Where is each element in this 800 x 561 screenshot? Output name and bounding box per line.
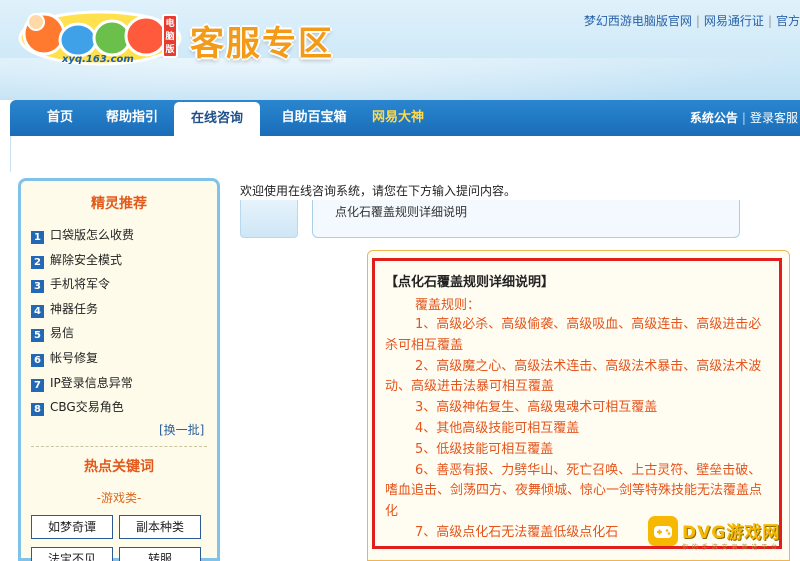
item-label[interactable]: 易信: [50, 326, 74, 340]
answer-rule-heading: 覆盖规则：: [415, 298, 481, 313]
top-links: 梦幻西游电脑版官网 | 网易通行证 | 官方: [584, 12, 800, 29]
item-label[interactable]: CBG交易角色: [50, 400, 124, 414]
question-text: 点化石覆盖规则详细说明: [335, 205, 468, 219]
item-number: 6: [31, 353, 44, 367]
game-category-label: -游戏类-: [96, 491, 142, 505]
keyword-button[interactable]: 转服: [119, 547, 201, 561]
answer-title: 【点化石覆盖规则详细说明】: [385, 275, 555, 290]
item-number: 4: [31, 304, 44, 318]
item-number: 1: [31, 231, 44, 244]
answer-line: 2、高级魔之心、高级法术连击、高级法术暴击、高级法术波: [415, 358, 762, 374]
page-title: 客服专区: [190, 24, 334, 64]
item-number: 8: [31, 403, 44, 417]
nav-netease-dashen[interactable]: 网易大神: [360, 100, 436, 136]
sidebar: 精灵推荐 1 口袋版怎么收费 2 解除安全模式 3 手机将军令 4 神器任务 5 易信 6…: [18, 178, 220, 561]
separator: |: [695, 14, 700, 28]
edition-badge: 电脑版: [162, 14, 178, 58]
site-watermark: DVG游戏网 你 的 手 游 交 易 首 选 平 台: [648, 514, 800, 558]
system-announcement-link[interactable]: 系统公告: [690, 111, 738, 125]
answer-highlight-box: 【点化石覆盖规则详细说明】 覆盖规则： 1、高级必杀、高级偷袭、高级吸血、高级连…: [372, 258, 782, 549]
watermark-text: DVG游戏网: [682, 523, 781, 543]
sidebar-title: 精灵推荐: [91, 196, 147, 212]
item-label[interactable]: 解除安全模式: [50, 253, 122, 267]
separator: |: [741, 111, 746, 125]
answer-line: 动、高级进击法暴可相互覆盖: [385, 379, 555, 395]
list-item[interactable]: 4 神器任务: [31, 297, 211, 322]
list-item[interactable]: 5 易信: [31, 321, 211, 346]
welcome-message: 欢迎使用在线咨询系统，请您在下方输入提问内容。: [240, 184, 517, 198]
answer-lines: 1、高级必杀、高级偷袭、高级吸血、高级连击、高级进击必 杀可相互覆盖 2、高级魔…: [385, 315, 769, 544]
divider: [31, 446, 207, 447]
main-nav: 首页 帮助指引 在线咨询 自助百宝箱 网易大神 系统公告|登录客服|: [10, 100, 800, 136]
item-label[interactable]: IP登录信息异常: [50, 376, 133, 390]
list-item[interactable]: 2 解除安全模式: [31, 248, 211, 273]
list-item[interactable]: 3 手机将军令: [31, 272, 211, 297]
netease-passport-link[interactable]: 网易通行证: [704, 14, 764, 28]
item-number: 7: [31, 378, 44, 392]
recommend-list: 1 口袋版怎么收费 2 解除安全模式 3 手机将军令 4 神器任务 5 易信 6 帐号修复 …: [31, 223, 211, 420]
official-more-link[interactable]: 官方: [776, 14, 800, 28]
login-support-link[interactable]: 登录客服: [750, 111, 798, 125]
answer-line: 1、高级必杀、高级偷袭、高级吸血、高级连击、高级进击必: [415, 317, 762, 332]
answer-line: 嗜血追击、剑荡四方、夜舞倾城、惊心一剑等特殊技能无法覆盖点: [385, 483, 763, 499]
answer-line: 4、其他高级技能可相互覆盖: [415, 420, 580, 436]
list-item[interactable]: 7 IP登录信息异常: [31, 371, 211, 396]
answer-line: 6、善恶有报、力劈华山、死亡召唤、上古灵符、壁垒击破、: [415, 462, 762, 478]
item-label[interactable]: 帐号修复: [50, 351, 98, 365]
question-bubble: 点化石覆盖规则详细说明: [312, 200, 740, 238]
nav-online-consult[interactable]: 在线咨询: [174, 102, 260, 136]
page-header: xyq.163.com 电脑版 客服专区 梦幻西游电脑版官网 | 网易通行证 | 官方: [0, 0, 800, 100]
item-number: 2: [31, 255, 44, 269]
user-avatar: [240, 200, 298, 238]
gamepad-icon: [648, 516, 678, 546]
answer-line: 杀可相互覆盖: [385, 337, 464, 353]
hot-keywords-title: 热点关键词: [84, 459, 154, 475]
keyword-button[interactable]: 副本种类: [119, 515, 201, 539]
sub-bar: [10, 136, 800, 172]
item-number: 5: [31, 329, 44, 343]
item-label[interactable]: 神器任务: [50, 302, 98, 316]
item-number: 3: [31, 280, 44, 294]
nav-home[interactable]: 首页: [32, 100, 88, 136]
answer-line: 5、低级技能可相互覆盖: [415, 441, 554, 457]
nav-help-guide[interactable]: 帮助指引: [98, 100, 166, 136]
item-label[interactable]: 手机将军令: [50, 277, 110, 291]
answer-line: 3、高级神佑复生、高级鬼魂术可相互覆盖: [415, 400, 658, 416]
nav-right-links: 系统公告|登录客服|: [690, 100, 800, 136]
official-site-link[interactable]: 梦幻西游电脑版官网: [584, 14, 692, 28]
refresh-batch-link[interactable]: [换一批]: [159, 421, 204, 438]
nav-self-service[interactable]: 自助百宝箱: [266, 100, 362, 136]
keyword-button[interactable]: 如梦奇谭: [31, 515, 113, 539]
list-item[interactable]: 6 帐号修复: [31, 346, 211, 371]
separator: |: [767, 14, 772, 28]
keyword-button[interactable]: 法宝不见: [31, 547, 113, 561]
list-item[interactable]: 8 CBG交易角色: [31, 395, 211, 420]
logo-domain-text: xyq.163.com: [62, 54, 134, 65]
watermark-subtext: 你 的 手 游 交 易 首 选 平 台: [682, 544, 779, 551]
item-label[interactable]: 口袋版怎么收费: [50, 228, 134, 242]
list-item[interactable]: 1 口袋版怎么收费: [31, 223, 211, 248]
